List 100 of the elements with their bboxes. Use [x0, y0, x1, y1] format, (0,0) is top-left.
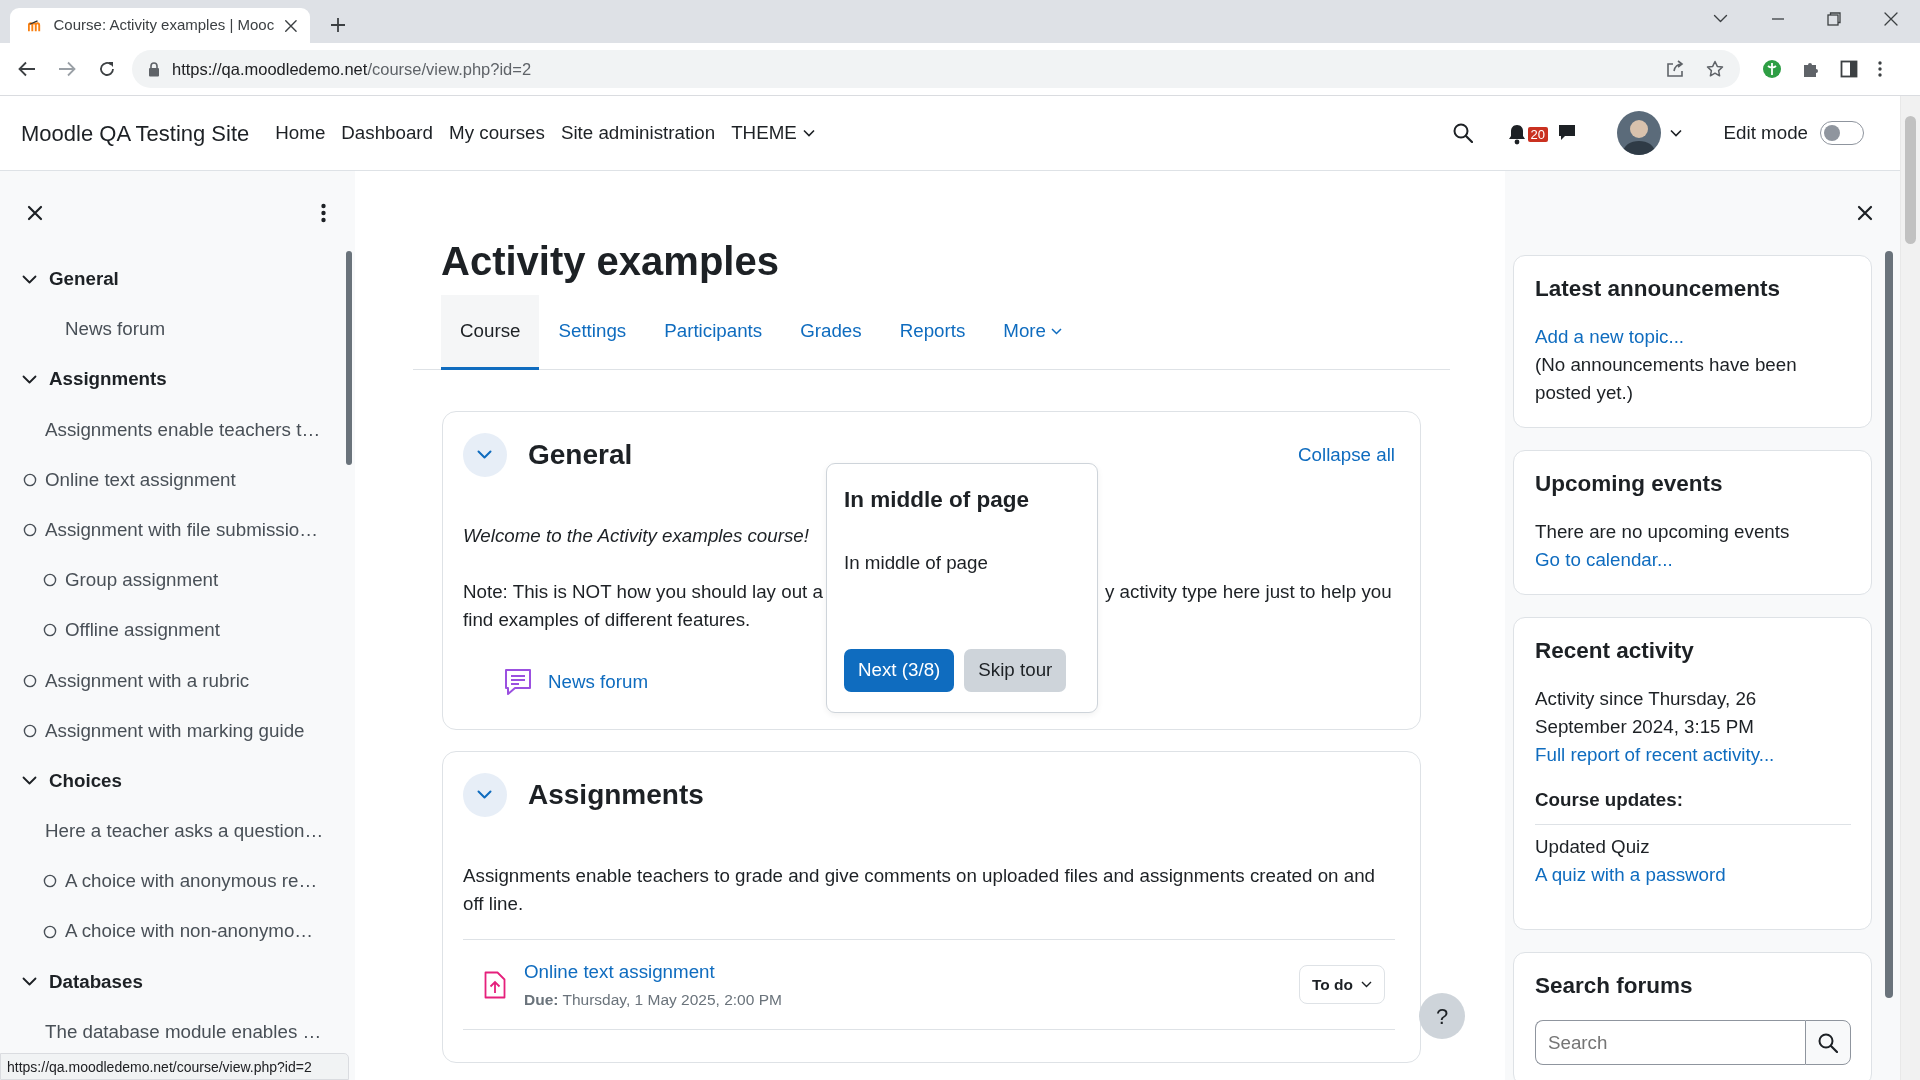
search-icon[interactable] — [1452, 123, 1473, 143]
status-dropdown[interactable]: To do — [1298, 965, 1385, 1005]
section-title: General — [528, 438, 633, 472]
due-date: Due: Thursday, 1 May 2025, 2:00 PM — [524, 990, 782, 1011]
caret-icon — [802, 129, 815, 137]
forum-icon — [503, 667, 533, 697]
popover-text: In middle of page — [844, 551, 989, 575]
close-icon[interactable] — [27, 204, 43, 221]
block-link[interactable]: Full report of recent activity... — [1535, 744, 1775, 765]
tab[interactable]: More — [984, 295, 1082, 370]
summary-text: Assignments enable teachers to grade and give comments on uploaded files and assignments created on and off line. — [463, 865, 1376, 914]
sidebar-icon[interactable] — [1840, 60, 1858, 78]
activity-link[interactable]: A choice with non-anonymo… — [0, 906, 355, 957]
caret-icon — [1361, 981, 1372, 989]
browser-tab[interactable]: Course: Activity examples | Mooc — [10, 8, 310, 43]
star-icon[interactable] — [1706, 60, 1724, 78]
search-button[interactable] — [1805, 1020, 1851, 1066]
activity-link[interactable]: Online text assignment — [524, 961, 715, 982]
search-field[interactable]: Search — [1535, 1020, 1805, 1066]
block-subheading: Course updates: — [1535, 786, 1851, 826]
activity-link[interactable]: Assignments enable teachers t… — [0, 404, 355, 455]
completion-icon — [23, 673, 37, 688]
block-title: Recent activity — [1535, 637, 1695, 665]
chat-icon[interactable] — [1556, 123, 1577, 143]
close-icon[interactable] — [284, 17, 298, 34]
block-text: Activity since Thursday, 26 September 2024, 3:15 PM — [1535, 687, 1758, 739]
menu-icon[interactable] — [1878, 60, 1882, 78]
section-link[interactable]: Databases — [0, 956, 355, 1007]
scrollbar-thumb[interactable] — [1905, 116, 1916, 244]
forward-icon[interactable] — [58, 61, 76, 77]
completion-icon — [43, 874, 57, 889]
caret-icon — [1051, 327, 1063, 335]
nav-link[interactable]: Site administration — [552, 118, 724, 148]
activity-link[interactable]: News forum — [0, 304, 355, 355]
tab[interactable]: Grades — [781, 295, 881, 370]
section-title: Assignments — [528, 778, 704, 812]
section-link[interactable]: Choices — [0, 755, 355, 807]
completion-icon — [43, 623, 57, 638]
activity-link[interactable]: A choice with anonymous re… — [0, 856, 355, 907]
scrollbar-thumb[interactable] — [1885, 251, 1893, 998]
block-link[interactable]: Go to calendar... — [1535, 549, 1673, 570]
activity-link[interactable]: Online text assignment — [0, 454, 355, 505]
completion-icon — [23, 523, 37, 538]
caret-icon[interactable] — [1669, 129, 1682, 137]
block-title: Search forums — [1535, 972, 1694, 1001]
activity-link[interactable]: Assignment with a rubric — [0, 655, 355, 706]
activity-link[interactable]: Assignment with file submissio… — [0, 504, 355, 556]
summary-text: y activity type here just to help you — [1105, 580, 1393, 604]
block-text: There are no upcoming events — [1535, 520, 1791, 544]
reload-icon[interactable] — [98, 60, 116, 78]
chevron-icon — [477, 450, 493, 460]
completion-icon — [43, 573, 57, 588]
back-icon[interactable] — [18, 61, 36, 77]
site-name[interactable]: Moodle QA Testing Site — [21, 116, 250, 150]
assignment-icon — [484, 970, 506, 999]
page-title: Activity examples — [441, 238, 780, 285]
chevron-down-icon[interactable] — [1713, 13, 1729, 24]
tab[interactable]: Reports — [880, 295, 985, 370]
tab[interactable]: Settings — [539, 295, 646, 370]
activity-link[interactable]: Here a teacher asks a question… — [0, 806, 355, 857]
chevron-icon — [477, 790, 493, 800]
notification-badge: 20 — [1527, 126, 1549, 142]
share-icon[interactable] — [1666, 60, 1684, 78]
activity-link[interactable]: Offline assignment — [0, 605, 355, 656]
nav-link[interactable]: Dashboard — [333, 118, 442, 148]
activity-link[interactable]: Group assignment — [0, 555, 355, 606]
block-link[interactable]: A quiz with a password — [1535, 864, 1726, 886]
close-icon[interactable] — [1883, 10, 1899, 27]
next-button[interactable]: Next (3/8) — [844, 649, 955, 692]
close-icon[interactable] — [1857, 205, 1873, 221]
block-link[interactable]: Add a new topic... — [1535, 326, 1685, 347]
bell-icon[interactable] — [1506, 123, 1527, 145]
block-text: (No announcements have been posted yet.) — [1535, 353, 1798, 405]
section-link[interactable]: Assignments — [0, 354, 355, 405]
nav-link[interactable]: My courses — [441, 118, 553, 148]
collapse-all-link[interactable]: Collapse all — [1298, 440, 1395, 470]
puzzle-icon[interactable] — [1802, 60, 1820, 78]
avatar-icon[interactable] — [1616, 111, 1661, 155]
nav-link[interactable]: Home — [267, 118, 334, 148]
tab[interactable]: Participants — [645, 295, 782, 370]
block-text: Updated Quiz — [1535, 835, 1651, 860]
popover-title: In middle of page — [844, 486, 1030, 513]
address-field[interactable]: https://qa.moodledemo.net/course/view.php?id=2 — [132, 50, 1740, 88]
search-icon — [1818, 1032, 1838, 1053]
more-options-icon[interactable] — [321, 202, 326, 223]
restore-icon[interactable] — [1827, 11, 1841, 26]
tab[interactable]: Course — [441, 295, 540, 370]
nav-link[interactable]: THEME — [723, 118, 823, 148]
edit-mode-label: Edit mode — [1723, 120, 1808, 145]
completion-icon — [43, 924, 57, 939]
scrollbar-thumb[interactable] — [346, 251, 352, 465]
status-url: https://qa.moodledemo.net/course/view.php?id=2 — [0, 1053, 349, 1080]
new-tab-icon[interactable] — [330, 17, 346, 33]
activity-link[interactable]: Assignment with marking guide — [0, 705, 355, 756]
section-link[interactable]: General — [0, 254, 355, 305]
skip-button[interactable]: Skip tour — [964, 649, 1067, 692]
block-title: Latest announcements — [1535, 275, 1782, 303]
completion-icon — [23, 472, 37, 487]
activity-link[interactable]: News forum — [548, 667, 649, 697]
help-button[interactable]: ? — [1419, 993, 1465, 1039]
